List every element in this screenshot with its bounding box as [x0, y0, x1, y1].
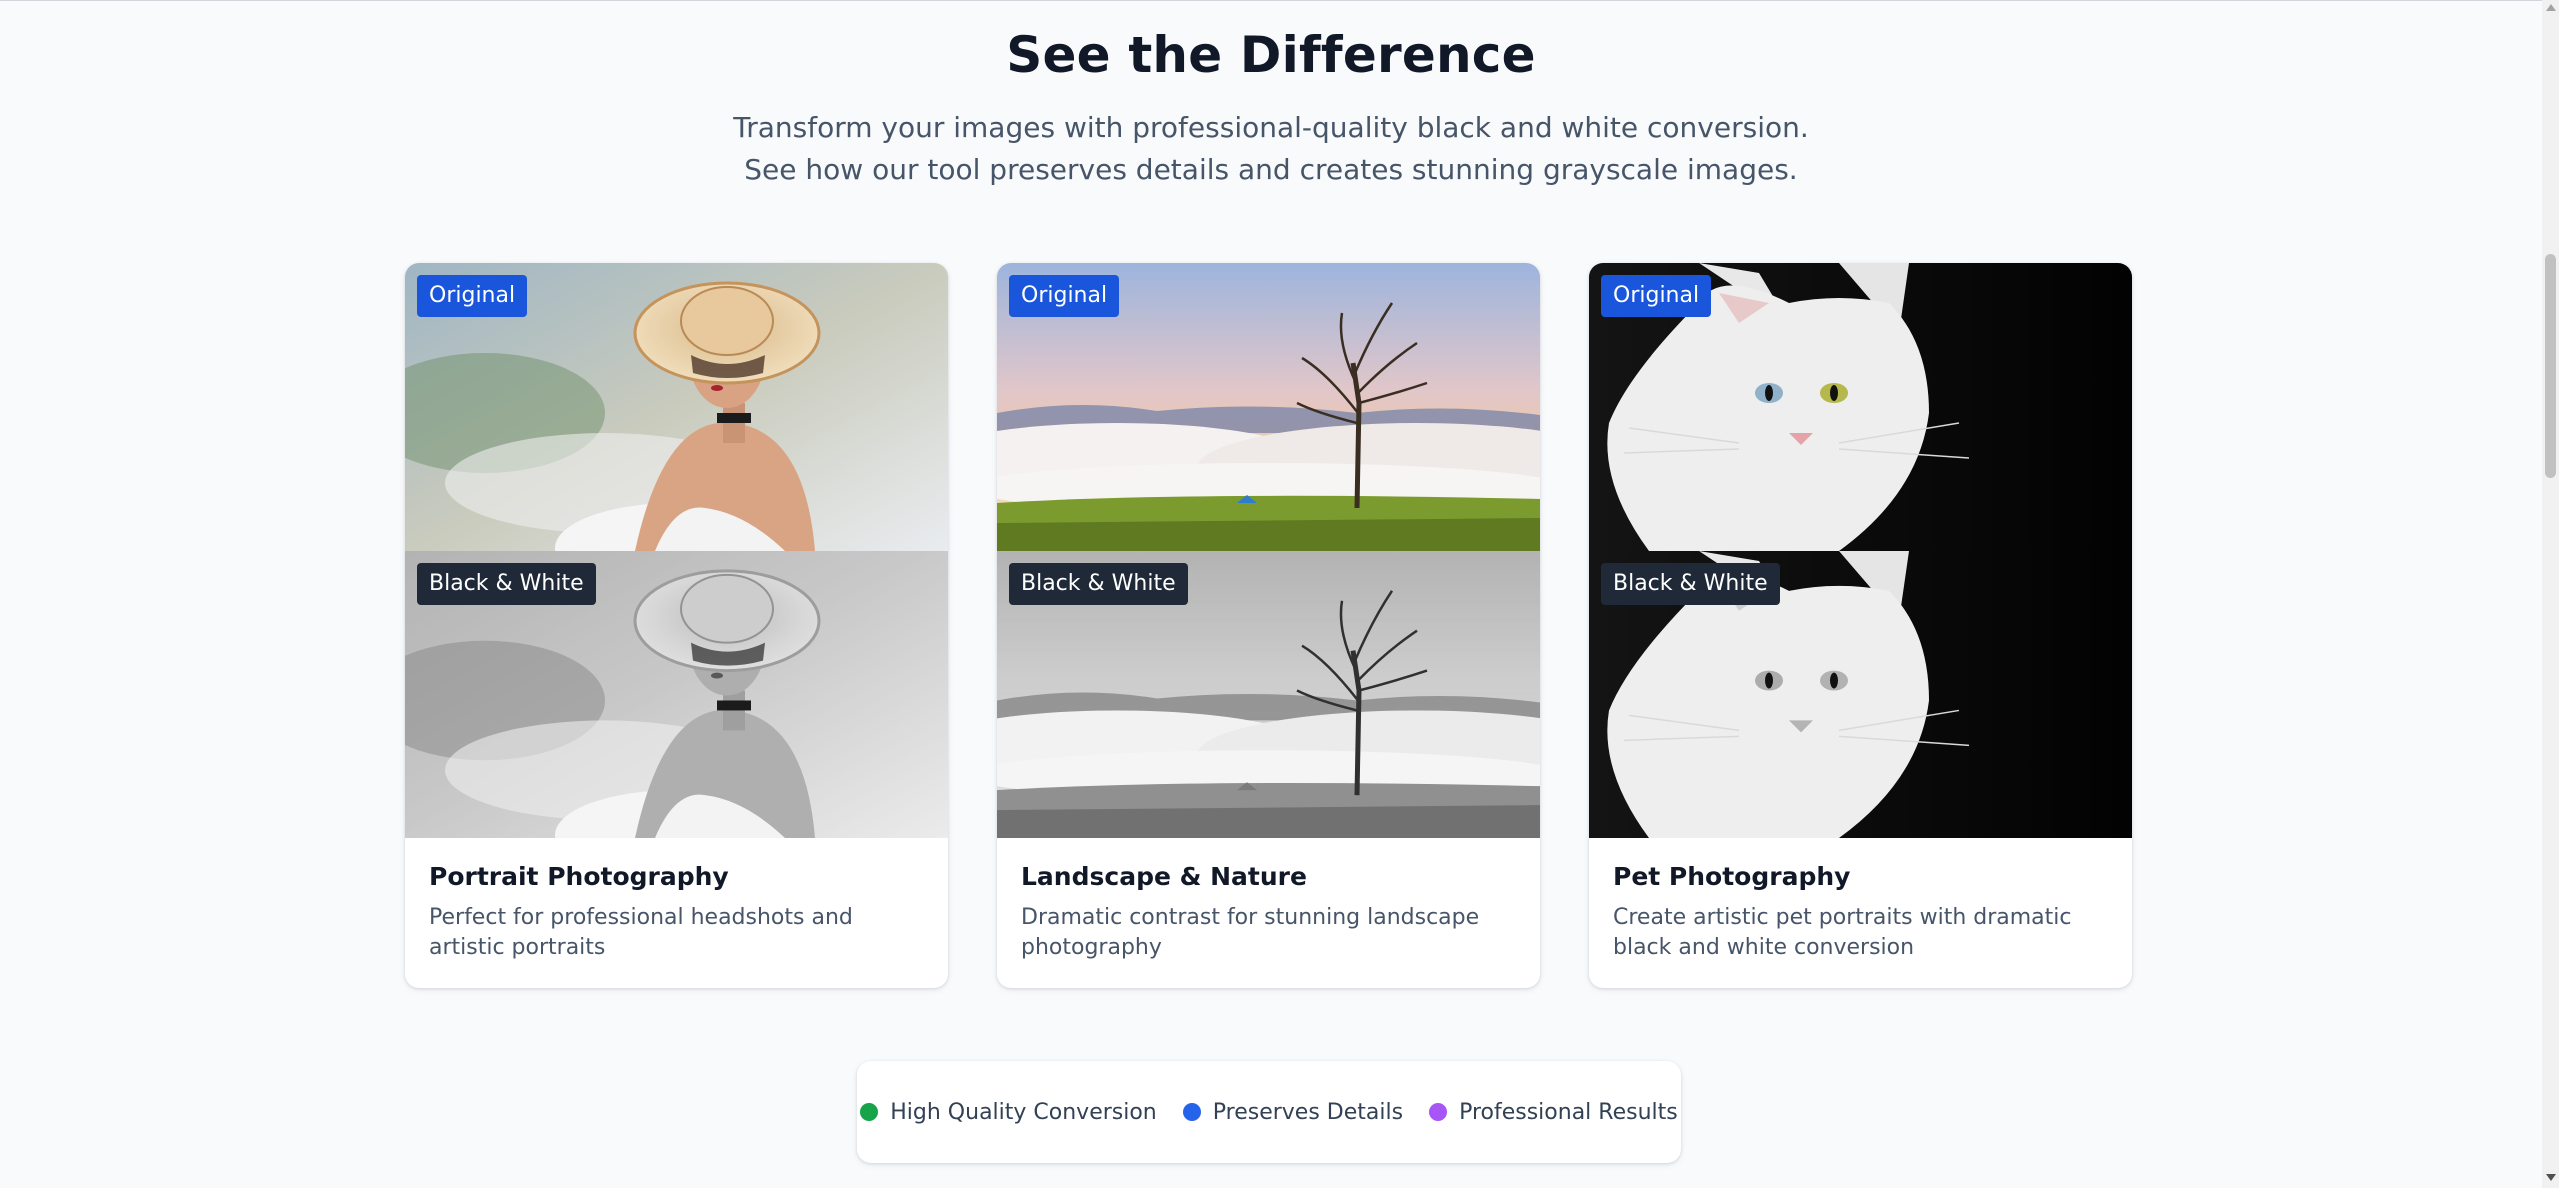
example-card-landscape: Original Black & White Landscape & Natur… [997, 263, 1540, 988]
feature-list: High Quality Conversion Preserves Detail… [857, 1061, 1681, 1163]
card-title: Portrait Photography [429, 862, 729, 891]
bw-badge: Black & White [417, 563, 596, 605]
card-description: Create artistic pet portraits with drama… [1613, 905, 2072, 960]
portrait-original-image: Original [405, 263, 948, 551]
status-dot-purple [1429, 1103, 1448, 1121]
vertical-scrollbar[interactable] [2542, 0, 2559, 1188]
example-card-portrait: Original Black & White Portrait Photogra… [405, 263, 948, 988]
landscape-bw-image: Black & White [997, 551, 1540, 838]
card-title: Landscape & Nature [1021, 862, 1307, 891]
bw-badge: Black & White [1009, 563, 1188, 605]
feature-label: Professional Results [1459, 1099, 1678, 1125]
top-border [0, 0, 2542, 1]
feature-label: High Quality Conversion [890, 1099, 1157, 1125]
bw-badge: Black & White [1601, 563, 1780, 605]
portrait-bw-image: Black & White [405, 551, 948, 838]
card-description: Perfect for professional headshots and a… [429, 905, 853, 960]
scroll-down-arrow-icon[interactable] [2546, 1174, 2556, 1181]
original-badge: Original [1009, 275, 1120, 317]
card-title: Pet Photography [1613, 862, 1851, 891]
feature-label: Preserves Details [1212, 1099, 1404, 1125]
card-description: Dramatic contrast for stunning landscape… [1021, 905, 1480, 960]
landscape-original-image: Original [997, 263, 1540, 551]
feature-item: High Quality Conversion [860, 1100, 1157, 1125]
section-title: See the Difference [1006, 26, 1536, 84]
original-badge: Original [1601, 275, 1712, 317]
original-badge: Original [417, 275, 528, 317]
feature-item: Preserves Details [1182, 1099, 1404, 1125]
section-subtitle-line-1: Transform your images with professional-… [733, 111, 1809, 144]
section-subtitle-line-2: See how our tool preserves details and c… [744, 153, 1798, 186]
pet-bw-image: Black & White [1589, 551, 2132, 838]
example-card-pet: Original Black & White Pet Photography C… [1589, 263, 2132, 988]
status-dot-green [860, 1103, 879, 1121]
pet-original-image: Original [1589, 263, 2132, 551]
status-dot-blue [1182, 1103, 1201, 1121]
scroll-up-arrow-icon[interactable] [2546, 4, 2556, 11]
feature-item: Professional Results [1429, 1100, 1678, 1125]
scrollbar-thumb[interactable] [2545, 254, 2556, 478]
